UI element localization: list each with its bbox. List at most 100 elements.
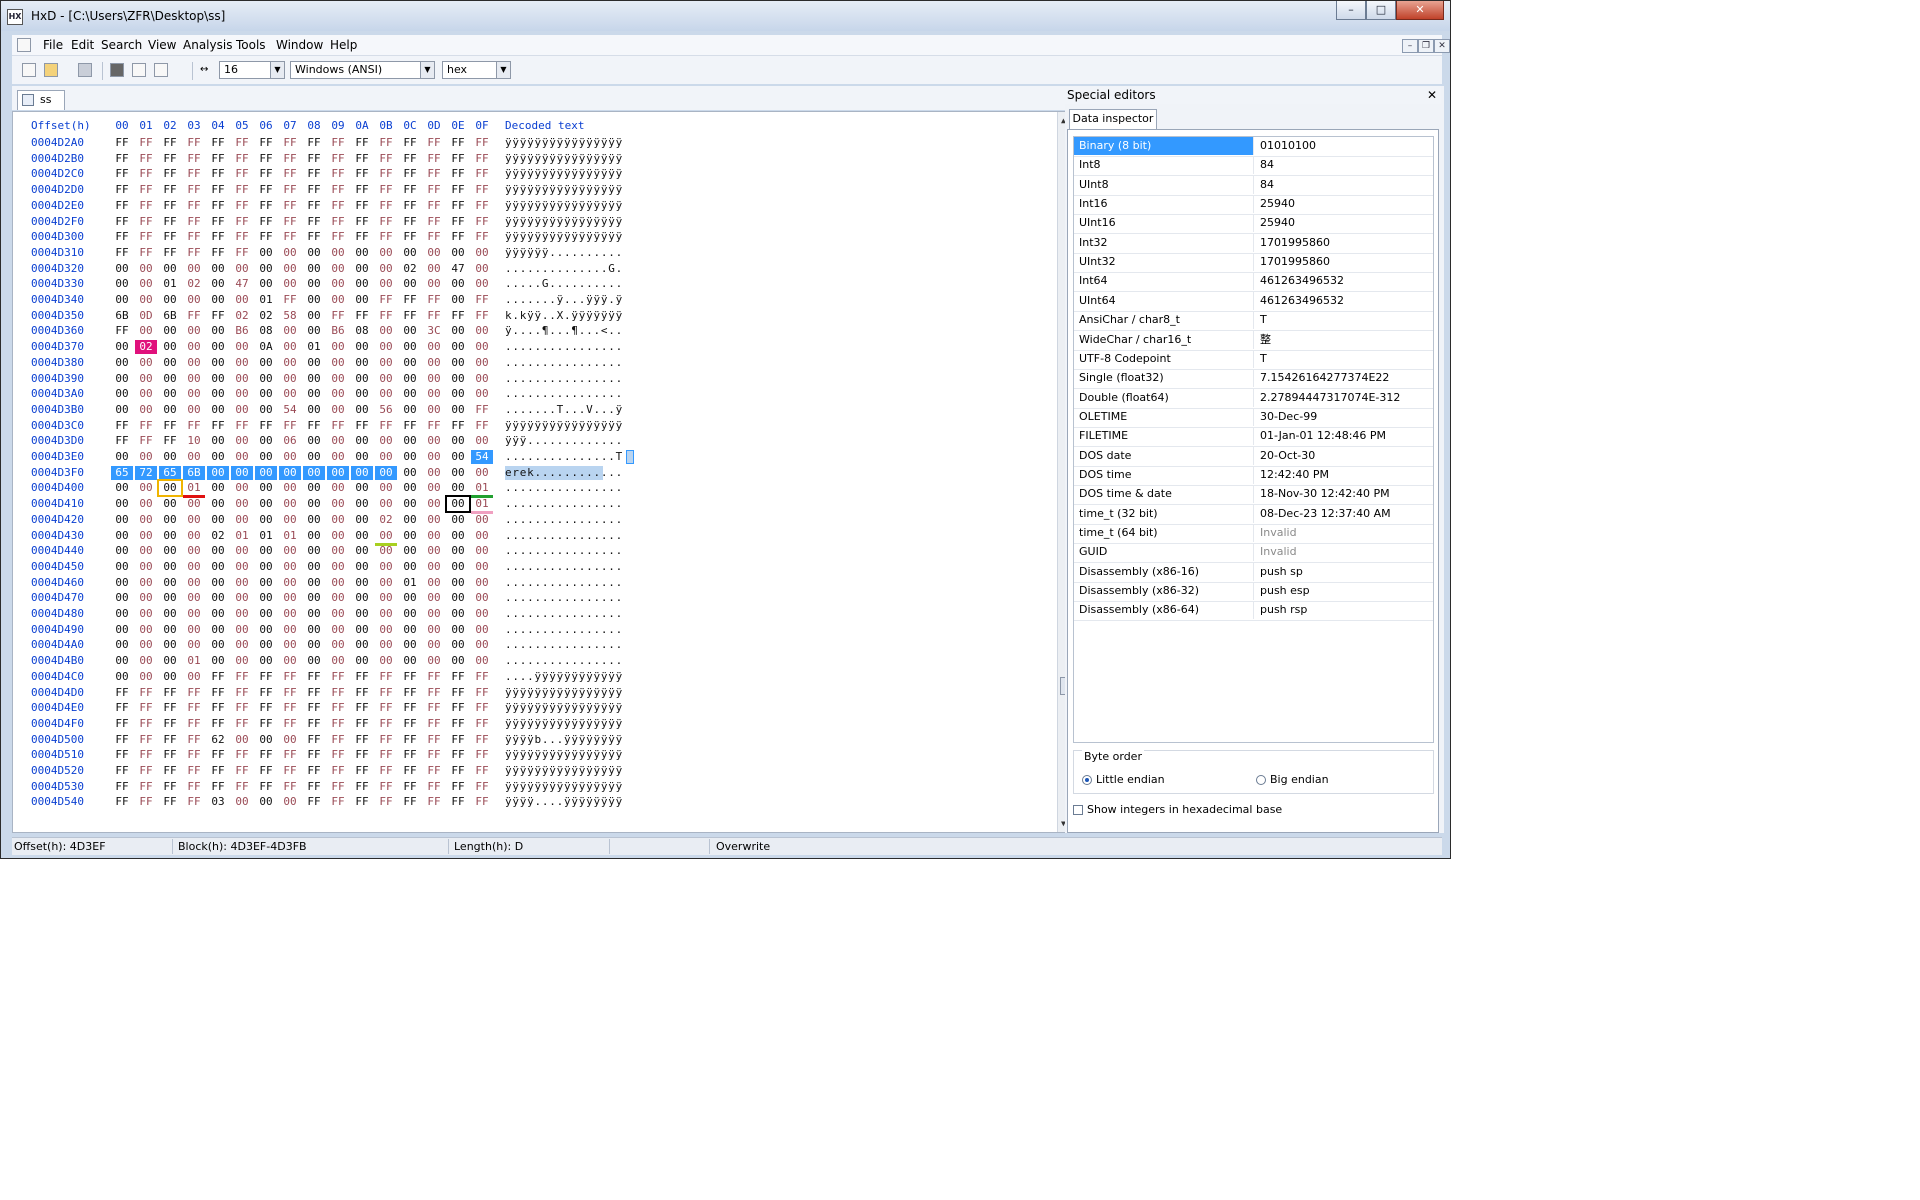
decoded-text[interactable]: ....ÿÿÿÿÿÿÿÿÿÿÿÿ — [505, 670, 623, 683]
menu-edit[interactable]: Edit — [71, 38, 94, 52]
hex-byte[interactable]: 00 — [111, 277, 133, 291]
hex-byte[interactable]: 00 — [399, 434, 421, 448]
hex-byte[interactable]: 00 — [399, 372, 421, 386]
hex-byte[interactable]: FF — [327, 748, 349, 762]
hex-byte[interactable]: 00 — [279, 638, 301, 652]
hex-byte[interactable]: FF — [183, 230, 205, 244]
hex-byte[interactable]: 08 — [351, 324, 373, 338]
decoded-text[interactable]: ÿÿÿÿÿÿÿÿÿÿÿÿÿÿÿÿ — [505, 167, 623, 180]
hex-byte[interactable]: FF — [375, 136, 397, 150]
hex-byte[interactable]: 00 — [375, 324, 397, 338]
hex-byte[interactable]: 00 — [303, 246, 325, 260]
hex-byte[interactable]: 00 — [471, 623, 493, 637]
hex-byte[interactable]: 00 — [447, 356, 469, 370]
hex-byte[interactable]: 00 — [183, 497, 205, 511]
decoded-text[interactable]: ÿÿÿÿ....ÿÿÿÿÿÿÿÿ — [505, 795, 623, 808]
hex-byte[interactable]: FF — [183, 246, 205, 260]
hex-byte[interactable]: 00 — [423, 340, 445, 354]
hex-byte[interactable]: FF — [183, 309, 205, 323]
hex-byte[interactable]: 00 — [375, 560, 397, 574]
hex-byte[interactable]: 00 — [303, 403, 325, 417]
hex-byte[interactable]: 00 — [327, 591, 349, 605]
decoded-text[interactable]: ÿ....¶...¶...<.. — [505, 324, 623, 337]
table-row[interactable]: 0004D4B0 00 00 00 01 00 00 00 00 00 00 00 00 00 00 00 00… — [13, 654, 1053, 670]
hex-byte[interactable]: FF — [231, 215, 253, 229]
open-ram-icon[interactable] — [154, 63, 168, 77]
hex-byte[interactable]: 00 — [135, 481, 157, 495]
hex-byte[interactable]: FF — [399, 230, 421, 244]
hex-byte[interactable]: FF — [351, 167, 373, 181]
hex-byte[interactable]: FF — [375, 230, 397, 244]
hex-byte[interactable]: 00 — [303, 481, 325, 495]
hex-byte[interactable]: 00 — [231, 623, 253, 637]
table-row[interactable]: 0004D2E0 FF FF FF FF FF FF FF FF FF FF FF FF FF FF FF FF… — [13, 199, 1053, 215]
hex-byte[interactable]: 00 — [159, 450, 181, 464]
hex-byte[interactable]: FF — [159, 764, 181, 778]
hex-byte[interactable]: FF — [303, 780, 325, 794]
hex-byte[interactable]: 00 — [375, 277, 397, 291]
hex-byte[interactable]: FF — [447, 167, 469, 181]
hex-byte[interactable]: FF — [111, 136, 133, 150]
hex-byte[interactable]: 00 — [135, 293, 157, 307]
hex-byte[interactable]: FF — [183, 183, 205, 197]
hex-byte[interactable]: 00 — [231, 607, 253, 621]
hex-byte[interactable]: 01 — [303, 340, 325, 354]
hex-byte[interactable]: FF — [423, 136, 445, 150]
hex-byte[interactable]: 01 — [399, 576, 421, 590]
hex-byte[interactable]: FF — [279, 293, 301, 307]
hex-byte[interactable]: 00 — [327, 513, 349, 527]
hex-byte[interactable]: FF — [207, 215, 229, 229]
menu-analysis[interactable]: Analysis — [183, 38, 232, 52]
hex-byte[interactable]: FF — [423, 764, 445, 778]
hex-byte[interactable]: 00 — [255, 560, 277, 574]
hex-byte[interactable]: FF — [471, 183, 493, 197]
hex-byte[interactable]: 00 — [255, 246, 277, 260]
inspector-row[interactable]: time_t (32 bit) 08-Dec-23 12:37:40 AM — [1074, 504, 1433, 525]
hex-byte[interactable]: 00 — [255, 450, 277, 464]
hex-byte[interactable]: 00 — [399, 356, 421, 370]
hex-byte[interactable]: FF — [399, 215, 421, 229]
hex-byte[interactable]: FF — [207, 199, 229, 213]
hex-byte[interactable]: FF — [327, 136, 349, 150]
hex-byte[interactable]: 02 — [231, 309, 253, 323]
hex-byte[interactable]: 00 — [255, 277, 277, 291]
hex-byte[interactable]: 00 — [111, 544, 133, 558]
hex-byte[interactable]: FF — [279, 701, 301, 715]
hex-byte[interactable]: FF — [207, 246, 229, 260]
inspector-value[interactable]: 01010100 — [1255, 137, 1433, 155]
menu-search[interactable]: Search — [101, 38, 142, 52]
table-row[interactable]: 0004D540 FF FF FF FF 03 00 00 00 FF FF FF FF FF FF FF FF… — [13, 795, 1053, 811]
hex-byte[interactable]: 00 — [279, 277, 301, 291]
hex-byte[interactable]: 00 — [327, 465, 349, 480]
hex-byte[interactable]: 00 — [207, 403, 229, 417]
hex-byte[interactable]: 00 — [303, 638, 325, 652]
hex-byte[interactable]: 06 — [279, 434, 301, 448]
hex-byte[interactable]: 00 — [135, 356, 157, 370]
hex-byte[interactable]: 00 — [255, 654, 277, 668]
hex-byte[interactable]: 00 — [255, 513, 277, 527]
hex-byte[interactable]: FF — [303, 748, 325, 762]
hex-byte[interactable]: 00 — [159, 497, 181, 511]
hex-byte[interactable]: FF — [399, 152, 421, 166]
hex-byte[interactable]: FF — [447, 419, 469, 433]
hex-byte[interactable]: 00 — [303, 277, 325, 291]
hex-byte[interactable]: 01 — [183, 481, 205, 495]
inspector-row[interactable]: Single (float32) 7.15426164277374E22 — [1074, 369, 1433, 390]
hex-byte[interactable]: FF — [351, 764, 373, 778]
hex-byte[interactable]: 00 — [423, 607, 445, 621]
hex-byte[interactable]: FF — [135, 183, 157, 197]
hex-byte[interactable]: FF — [255, 152, 277, 166]
hex-byte[interactable]: 00 — [471, 607, 493, 621]
hex-byte[interactable]: 00 — [255, 356, 277, 370]
decoded-text[interactable]: ÿÿÿÿÿÿÿÿÿÿÿÿÿÿÿÿ — [505, 230, 623, 243]
hex-byte[interactable]: 00 — [351, 654, 373, 668]
hex-byte[interactable]: FF — [423, 293, 445, 307]
hex-byte[interactable]: FF — [255, 167, 277, 181]
hex-byte[interactable]: 00 — [159, 544, 181, 558]
hex-byte[interactable]: FF — [471, 403, 493, 417]
hex-byte[interactable]: 00 — [423, 450, 445, 464]
hex-byte[interactable]: FF — [159, 795, 181, 809]
hex-byte[interactable]: 65 — [159, 465, 181, 480]
hex-byte[interactable]: FF — [447, 215, 469, 229]
hex-byte[interactable]: 00 — [159, 638, 181, 652]
